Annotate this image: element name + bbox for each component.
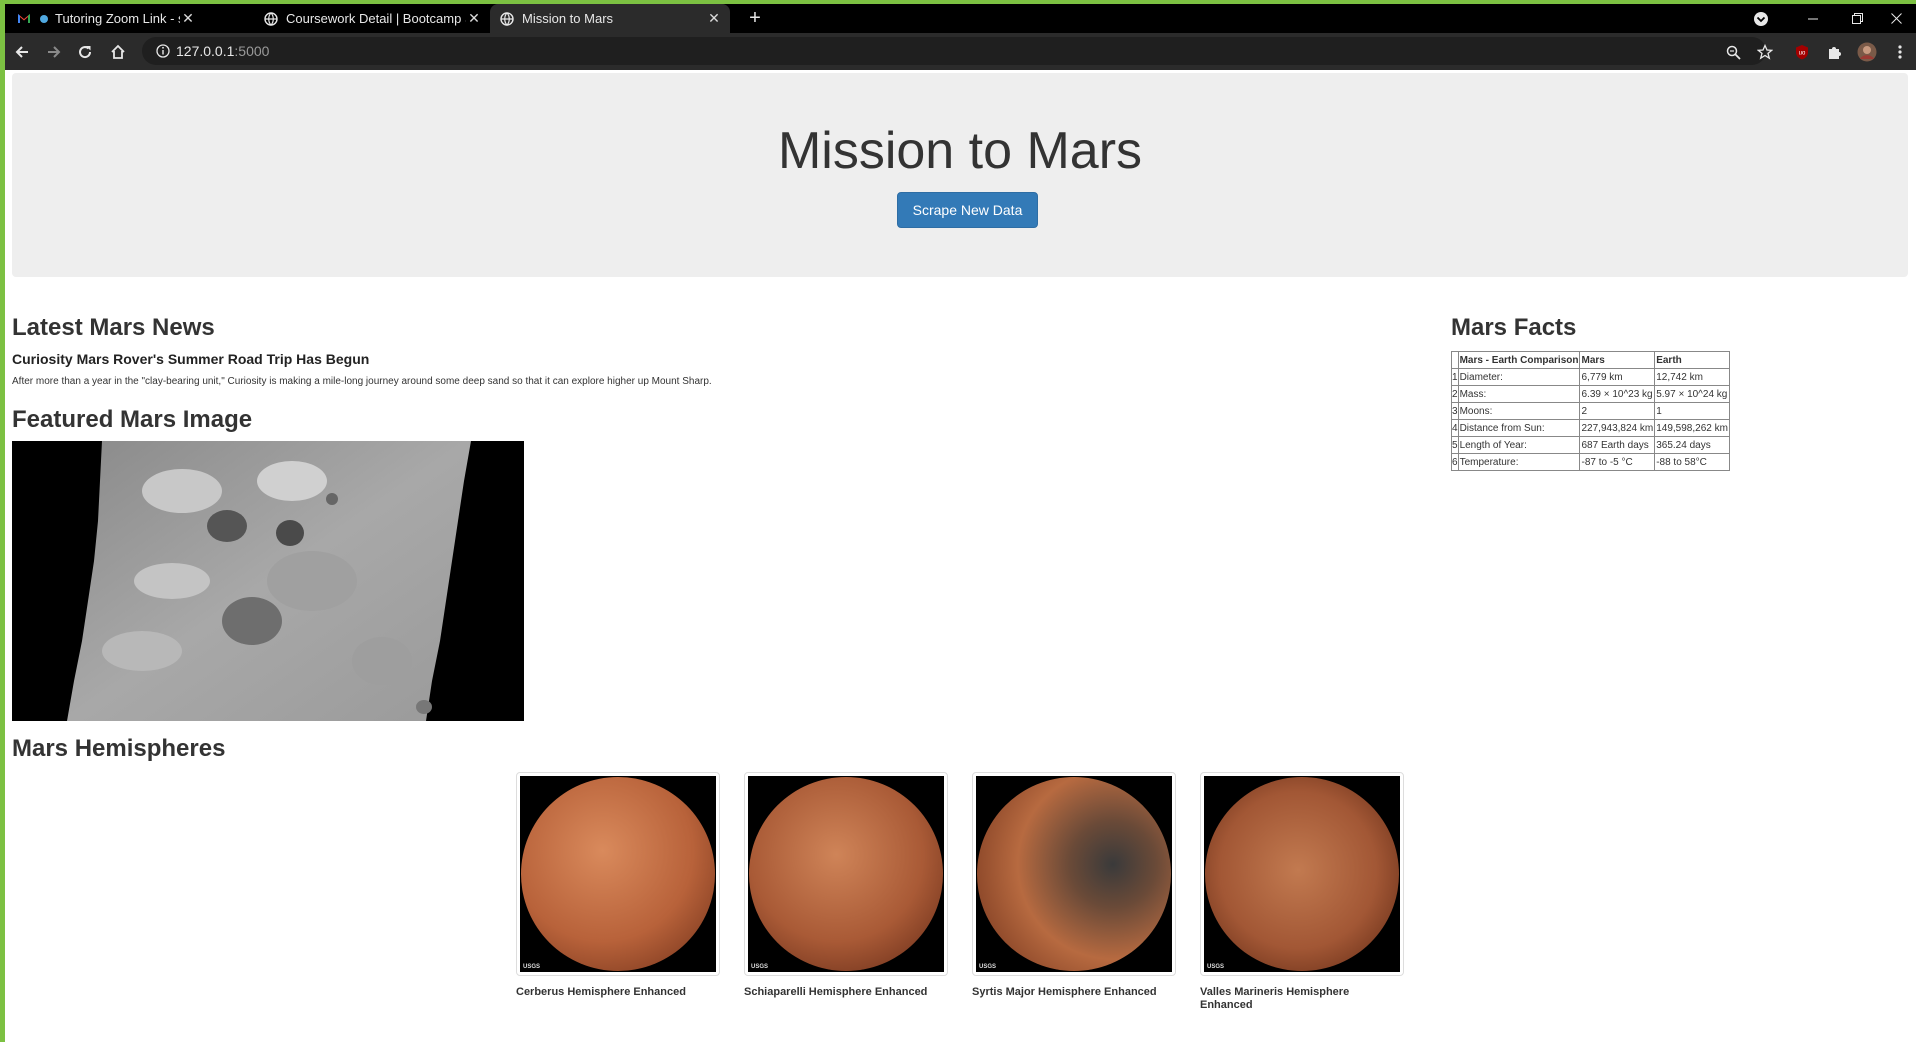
bookmark-star-icon[interactable] xyxy=(1754,41,1776,63)
profile-avatar-icon[interactable] xyxy=(1855,40,1879,64)
globe-icon xyxy=(264,11,278,26)
zoom-icon[interactable] xyxy=(1722,41,1744,63)
table-cell: -87 to -5 °C xyxy=(1579,453,1656,471)
table-cell: Temperature: xyxy=(1457,453,1581,471)
table-row: 4 Distance from Sun: 227,943,824 km 149,… xyxy=(1451,419,1730,437)
tab-mission-to-mars[interactable]: Mission to Mars ✕ xyxy=(490,4,730,33)
globe-icon xyxy=(500,11,514,26)
usgs-watermark: USGS xyxy=(1207,964,1225,970)
table-row: 6 Temperature: -87 to -5 °C -88 to 58°C xyxy=(1451,453,1730,471)
hemisphere-card[interactable]: USGS Syrtis Major Hemisphere Enhanced xyxy=(972,772,1176,999)
table-cell: Distance from Sun: xyxy=(1457,419,1581,437)
jumbotron: Mission to Mars Scrape New Data xyxy=(12,73,1908,277)
hemisphere-thumbnail[interactable]: USGS xyxy=(972,772,1176,976)
url-port: :5000 xyxy=(234,43,270,59)
table-cell: 6,779 km xyxy=(1579,368,1656,386)
hemisphere-thumbnail[interactable]: USGS xyxy=(516,772,720,976)
table-cell: 12,742 km xyxy=(1654,368,1730,386)
chrome-menu-icon[interactable] xyxy=(1888,40,1912,64)
table-cell: 1 xyxy=(1654,402,1730,420)
table-row: 2 Mass: 6.39 × 10^23 kg 5.97 × 10^24 kg xyxy=(1451,385,1730,403)
hemisphere-title: Cerberus Hemisphere Enhanced xyxy=(516,986,686,998)
hemisphere-title: Valles Marineris Hemisphere Enhanced xyxy=(1200,986,1350,1011)
close-icon[interactable]: ✕ xyxy=(180,10,196,27)
mars-globe-image xyxy=(521,777,715,971)
table-header: Earth xyxy=(1654,351,1730,369)
tab-strip: Tutoring Zoom Link - stevenh ✕ Coursewor… xyxy=(5,4,1916,33)
news-paragraph: After more than a year in the "clay-bear… xyxy=(12,376,712,387)
new-tab-button[interactable]: + xyxy=(743,4,767,33)
close-window-icon[interactable] xyxy=(1877,4,1916,33)
usgs-watermark: USGS xyxy=(523,964,541,970)
table-cell: Moons: xyxy=(1457,402,1581,420)
browser-window: Tutoring Zoom Link - stevenh ✕ Coursewor… xyxy=(0,0,1916,1042)
mars-globe-image xyxy=(1205,777,1399,971)
hemisphere-thumbnail[interactable]: USGS xyxy=(744,772,948,976)
table-header-row: Mars - Earth Comparison Mars Earth xyxy=(1451,351,1730,369)
tab-title: Coursework Detail | Bootcamp Sp xyxy=(286,11,466,26)
mars-globe-image xyxy=(749,777,943,971)
tab-title: Mission to Mars xyxy=(522,11,614,26)
mars-facts-table: Mars - Earth Comparison Mars Earth 1 Dia… xyxy=(1451,351,1730,471)
back-icon[interactable] xyxy=(10,40,34,64)
table-row: 1 Diameter: 6,779 km 12,742 km xyxy=(1451,368,1730,386)
hemisphere-card[interactable]: USGS Valles Marineris Hemisphere Enhance… xyxy=(1200,772,1404,1012)
hemisphere-card[interactable]: USGS Cerberus Hemisphere Enhanced xyxy=(516,772,720,999)
featured-mars-image[interactable] xyxy=(12,441,524,721)
hemisphere-title: Schiaparelli Hemisphere Enhanced xyxy=(744,986,928,998)
featured-image-heading: Featured Mars Image xyxy=(12,406,253,433)
page-title: Mission to Mars xyxy=(777,122,1143,180)
table-cell: -88 to 58°C xyxy=(1654,453,1730,471)
tab-coursework-detail[interactable]: Coursework Detail | Bootcamp Sp ✕ xyxy=(254,4,490,33)
tab-tutoring-zoom[interactable]: Tutoring Zoom Link - stevenh ✕ xyxy=(7,4,204,33)
hemisphere-card[interactable]: USGS Schiaparelli Hemisphere Enhanced xyxy=(744,772,948,999)
table-cell: 5.97 × 10^24 kg xyxy=(1654,385,1730,403)
mars-globe-image xyxy=(977,777,1171,971)
table-cell: 149,598,262 km xyxy=(1654,419,1730,437)
extensions-puzzle-icon[interactable] xyxy=(1823,40,1847,64)
mars-facts-heading: Mars Facts xyxy=(1451,314,1577,341)
minimize-icon[interactable] xyxy=(1793,4,1833,33)
hemispheres-gallery: USGS Cerberus Hemisphere Enhanced USGS S… xyxy=(516,772,1436,1032)
usgs-watermark: USGS xyxy=(751,964,769,970)
profile-dropdown-icon[interactable] xyxy=(1749,4,1773,33)
table-row: 5 Length of Year: 687 Earth days 365.24 … xyxy=(1451,436,1730,454)
web-page: Mission to Mars Scrape New Data Latest M… xyxy=(5,70,1916,1042)
table-cell: Diameter: xyxy=(1457,368,1581,386)
home-icon[interactable] xyxy=(106,40,130,64)
tab-title: Tutoring Zoom Link - stevenh xyxy=(55,11,180,26)
hemispheres-heading: Mars Hemispheres xyxy=(12,735,226,762)
table-cell: 687 Earth days xyxy=(1579,436,1656,454)
hemisphere-title: Syrtis Major Hemisphere Enhanced xyxy=(972,986,1157,998)
table-cell: 365.24 days xyxy=(1654,436,1730,454)
table-cell: Length of Year: xyxy=(1457,436,1581,454)
news-title: Curiosity Mars Rover's Summer Road Trip … xyxy=(12,351,370,367)
info-icon[interactable] xyxy=(150,44,176,58)
hemisphere-thumbnail[interactable]: USGS xyxy=(1200,772,1404,976)
url-host: 127.0.0.1 xyxy=(176,43,235,59)
zoom-dot-icon xyxy=(39,12,49,26)
usgs-watermark: USGS xyxy=(979,964,997,970)
ublock-extension-icon[interactable]: uo xyxy=(1790,40,1814,64)
forward-icon[interactable] xyxy=(42,40,66,64)
reload-icon[interactable] xyxy=(73,40,97,64)
table-header: Mars - Earth Comparison xyxy=(1457,351,1581,369)
table-cell: 227,943,824 km xyxy=(1579,419,1656,437)
table-header: Mars xyxy=(1579,351,1656,369)
svg-text:uo: uo xyxy=(1799,51,1806,57)
browser-toolbar: 127.0.0.1:5000 uo xyxy=(5,33,1916,70)
close-icon[interactable]: ✕ xyxy=(466,10,482,27)
table-cell: Mass: xyxy=(1457,385,1581,403)
scrape-new-data-button[interactable]: Scrape New Data xyxy=(897,192,1038,228)
url-text: 127.0.0.1:5000 xyxy=(176,43,269,59)
table-cell: 2 xyxy=(1579,402,1656,420)
address-bar[interactable]: 127.0.0.1:5000 xyxy=(142,37,1773,65)
restore-icon[interactable] xyxy=(1837,4,1877,33)
close-icon[interactable]: ✕ xyxy=(706,10,722,27)
table-cell: 6.39 × 10^23 kg xyxy=(1579,385,1656,403)
table-row: 3 Moons: 2 1 xyxy=(1451,402,1730,420)
gmail-icon xyxy=(17,12,31,26)
latest-news-heading: Latest Mars News xyxy=(12,314,215,341)
